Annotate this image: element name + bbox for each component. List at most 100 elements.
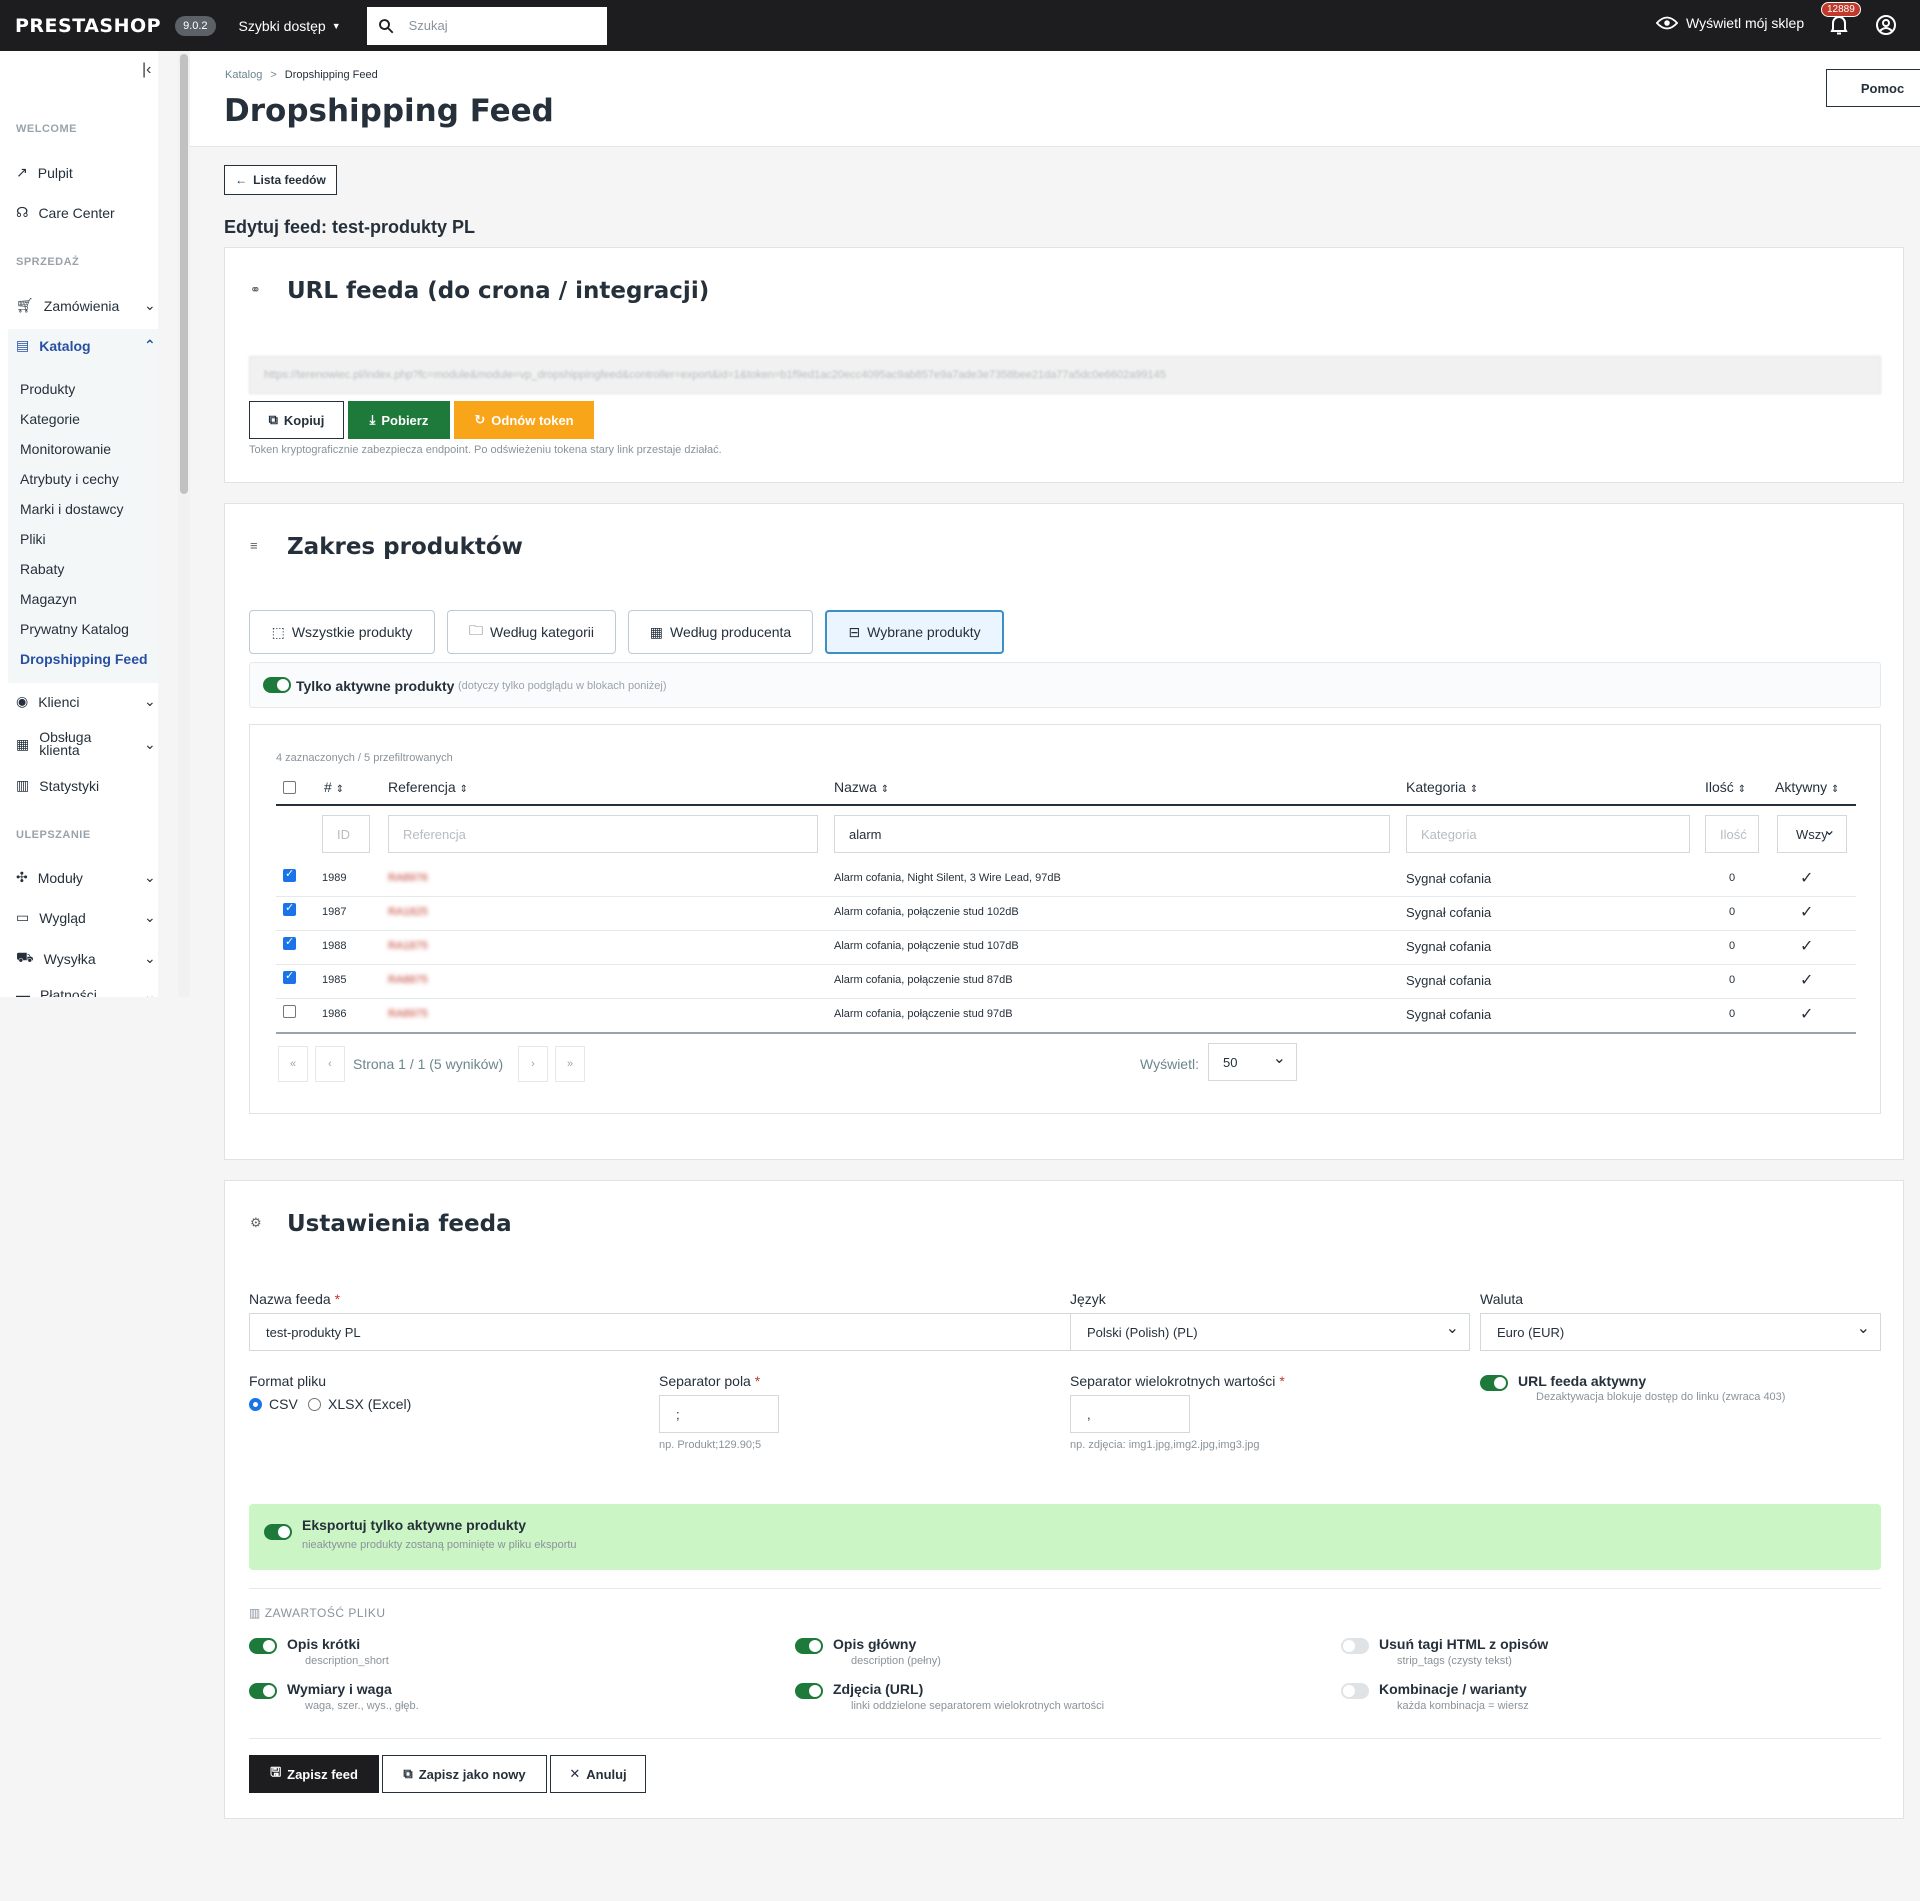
sidebar-item-stats[interactable]: ▥ Statystyki xyxy=(16,777,158,794)
format-csv-radio[interactable] xyxy=(249,1398,262,1411)
table-row[interactable] xyxy=(276,964,1856,998)
user-account-icon[interactable] xyxy=(1875,14,1897,36)
sidebar-item-modules[interactable]: ✣ Moduły ⌄ xyxy=(16,869,158,886)
only-active-note: (dotyczy tylko podglądu w blokach poniże… xyxy=(458,680,667,692)
format-xlsx-radio[interactable] xyxy=(308,1398,321,1411)
quick-access-button[interactable]: Szybki dostęp ▼ xyxy=(239,18,341,34)
sidebar-sub-attributes[interactable]: Atrybuty i cechy xyxy=(20,471,119,487)
pagination-last[interactable]: » xyxy=(555,1046,585,1082)
only-active-toggle[interactable] xyxy=(263,677,291,693)
sidebar-item-orders[interactable]: 🛒︎ Zamówienia ⌄ xyxy=(16,297,158,314)
content-toggle[interactable] xyxy=(249,1683,277,1699)
sidebar-item-care-center[interactable]: ☊ Care Center xyxy=(16,204,158,221)
prestashop-logo[interactable]: PRESTASHOP xyxy=(15,15,161,37)
content-toggle[interactable] xyxy=(1341,1683,1369,1699)
table-row[interactable] xyxy=(276,998,1856,1032)
sidebar-item-shipping[interactable]: ⛟ Wysyłka ⌄ xyxy=(16,949,158,968)
download-button[interactable]: ⤓ Pobierz xyxy=(348,401,450,439)
sidebar-item-customers[interactable]: ◉ Klienci ⌄ xyxy=(16,693,158,710)
export-active-label: Eksportuj tylko aktywne produkty xyxy=(302,1517,527,1533)
filter-qty[interactable]: Ilość xyxy=(1705,815,1759,853)
col-header-id[interactable]: # ⇕ xyxy=(324,779,344,795)
filter-id[interactable]: ID xyxy=(322,815,370,853)
row-checkbox[interactable] xyxy=(283,969,296,984)
save-feed-button[interactable]: 🖫 Zapisz feed xyxy=(249,1755,379,1793)
col-header-ref[interactable]: Referencja ⇕ xyxy=(388,779,468,795)
sidebar-sub-brands[interactable]: Marki i dostawcy xyxy=(20,501,123,517)
copy-button[interactable]: ⧉ Kopiuj xyxy=(249,401,344,439)
select-all-checkbox[interactable] xyxy=(283,781,296,794)
search-input[interactable]: Szukaj xyxy=(366,6,607,45)
currency-label: Waluta xyxy=(1480,1291,1524,1307)
language-value: Polski (Polish) (PL) xyxy=(1087,1325,1198,1340)
bell-icon[interactable] xyxy=(1830,15,1848,35)
currency-select[interactable]: Euro (EUR) xyxy=(1480,1313,1881,1351)
language-select[interactable]: Polski (Polish) (PL) xyxy=(1070,1313,1470,1351)
per-page-select[interactable]: 50 xyxy=(1208,1043,1297,1081)
separator-input[interactable]: ; xyxy=(659,1395,779,1433)
pagination-next[interactable]: › xyxy=(518,1046,548,1082)
sidebar-sub-files[interactable]: Pliki xyxy=(20,531,46,547)
sidebar-item-catalog[interactable]: ▤ Katalog ⌃ xyxy=(16,337,158,354)
content-toggle[interactable] xyxy=(249,1638,277,1654)
url-active-toggle[interactable] xyxy=(1480,1375,1508,1391)
table-row[interactable] xyxy=(276,862,1856,896)
breadcrumb-catalog[interactable]: Katalog xyxy=(225,69,262,81)
col-cat-label: Kategoria xyxy=(1406,779,1466,795)
sidebar-sub-stock[interactable]: Magazyn xyxy=(20,591,77,607)
sidebar-sub-dropshipping-feed[interactable]: Dropshipping Feed xyxy=(20,651,148,667)
pagination-prev[interactable]: ‹ xyxy=(315,1046,345,1082)
cancel-button[interactable]: ✕ Anuluj xyxy=(550,1755,646,1793)
sidebar-sub-monitoring[interactable]: Monitorowanie xyxy=(20,441,111,457)
collapse-sidebar-icon[interactable]: |‹ xyxy=(142,61,151,79)
feed-name-input[interactable]: test-produkty PL xyxy=(249,1313,1085,1351)
table-row[interactable] xyxy=(276,930,1856,964)
sidebar-scroll-thumb[interactable] xyxy=(180,54,188,494)
sidebar-sub-categories[interactable]: Kategorie xyxy=(20,411,80,427)
content-toggle-sub: każda kombinacja = wiersz xyxy=(1397,1700,1529,1712)
filter-reference[interactable]: Referencja xyxy=(388,815,818,853)
view-shop-link[interactable]: Wyświetl mój sklep xyxy=(1656,15,1804,31)
tab-label: Wybrane produkty xyxy=(867,624,981,640)
pagination-first[interactable]: « xyxy=(278,1046,308,1082)
content-toggle[interactable] xyxy=(1341,1638,1369,1654)
cell-category: Sygnał cofania xyxy=(1406,905,1492,920)
content-toggle[interactable] xyxy=(795,1638,823,1654)
col-header-qty[interactable]: Ilość ⇕ xyxy=(1705,779,1746,795)
tab-by-category[interactable]: 🗀 Według kategorii xyxy=(447,610,616,654)
building-icon: ▦ xyxy=(649,623,664,640)
filter-active-select[interactable]: Wszy xyxy=(1777,815,1847,853)
back-to-feeds-button[interactable]: ← Lista feedów xyxy=(224,165,337,195)
table-row[interactable] xyxy=(276,896,1856,930)
col-header-active[interactable]: Aktywny ⇕ xyxy=(1775,779,1839,795)
tab-selected-products[interactable]: ⊟ Wybrane produkty xyxy=(825,610,1004,654)
filter-name[interactable]: alarm xyxy=(834,815,1390,853)
col-header-name[interactable]: Nazwa ⇕ xyxy=(834,779,889,795)
sidebar-sub-discounts[interactable]: Rabaty xyxy=(20,561,64,577)
sidebar-item-design[interactable]: ▭ Wygląd ⌄ xyxy=(16,909,158,926)
save-as-new-button[interactable]: ⧉ Zapisz jako nowy xyxy=(382,1755,547,1793)
sidebar-item-customer-service[interactable]: ▦ Obsługa klienta ⌄ xyxy=(16,730,158,757)
col-header-category[interactable]: Kategoria ⇕ xyxy=(1406,779,1478,795)
content-toggle[interactable] xyxy=(795,1683,823,1699)
sidebar-sub-private-catalog[interactable]: Prywatny Katalog xyxy=(20,621,129,637)
sidebar-item-payments[interactable]: ▬ Płatności ⌄ xyxy=(16,987,158,998)
settings-card: ⚙ Ustawienia feeda Nazwa feeda * test-pr… xyxy=(224,1180,1904,1819)
help-button[interactable]: Pomoc xyxy=(1826,69,1920,107)
sidebar-item-pulpit[interactable]: ↗ Pulpit xyxy=(16,164,158,181)
multi-separator-input[interactable]: , xyxy=(1070,1395,1190,1433)
row-checkbox[interactable] xyxy=(283,935,296,950)
sidebar-item-label: Zamówienia xyxy=(43,297,120,314)
tab-all-products[interactable]: ⬚ Wszystkie produkty xyxy=(249,610,435,654)
tab-by-manufacturer[interactable]: ▦ Według producenta xyxy=(628,610,813,654)
row-checkbox[interactable] xyxy=(283,867,296,882)
chevron-down-icon: ⌄ xyxy=(144,297,156,313)
save-icon: 🖫 xyxy=(270,1764,282,1779)
filter-category[interactable]: Kategoria xyxy=(1406,815,1690,853)
row-checkbox[interactable] xyxy=(283,1005,296,1018)
row-checkbox[interactable] xyxy=(283,901,296,916)
sidebar-sub-products[interactable]: Produkty xyxy=(20,381,75,397)
export-active-toggle[interactable] xyxy=(264,1524,292,1540)
feed-url-field[interactable]: https://terenowiec.pl/index.php?fc=modul… xyxy=(249,356,1881,394)
renew-token-button[interactable]: ↻ Odnów token xyxy=(454,401,594,439)
